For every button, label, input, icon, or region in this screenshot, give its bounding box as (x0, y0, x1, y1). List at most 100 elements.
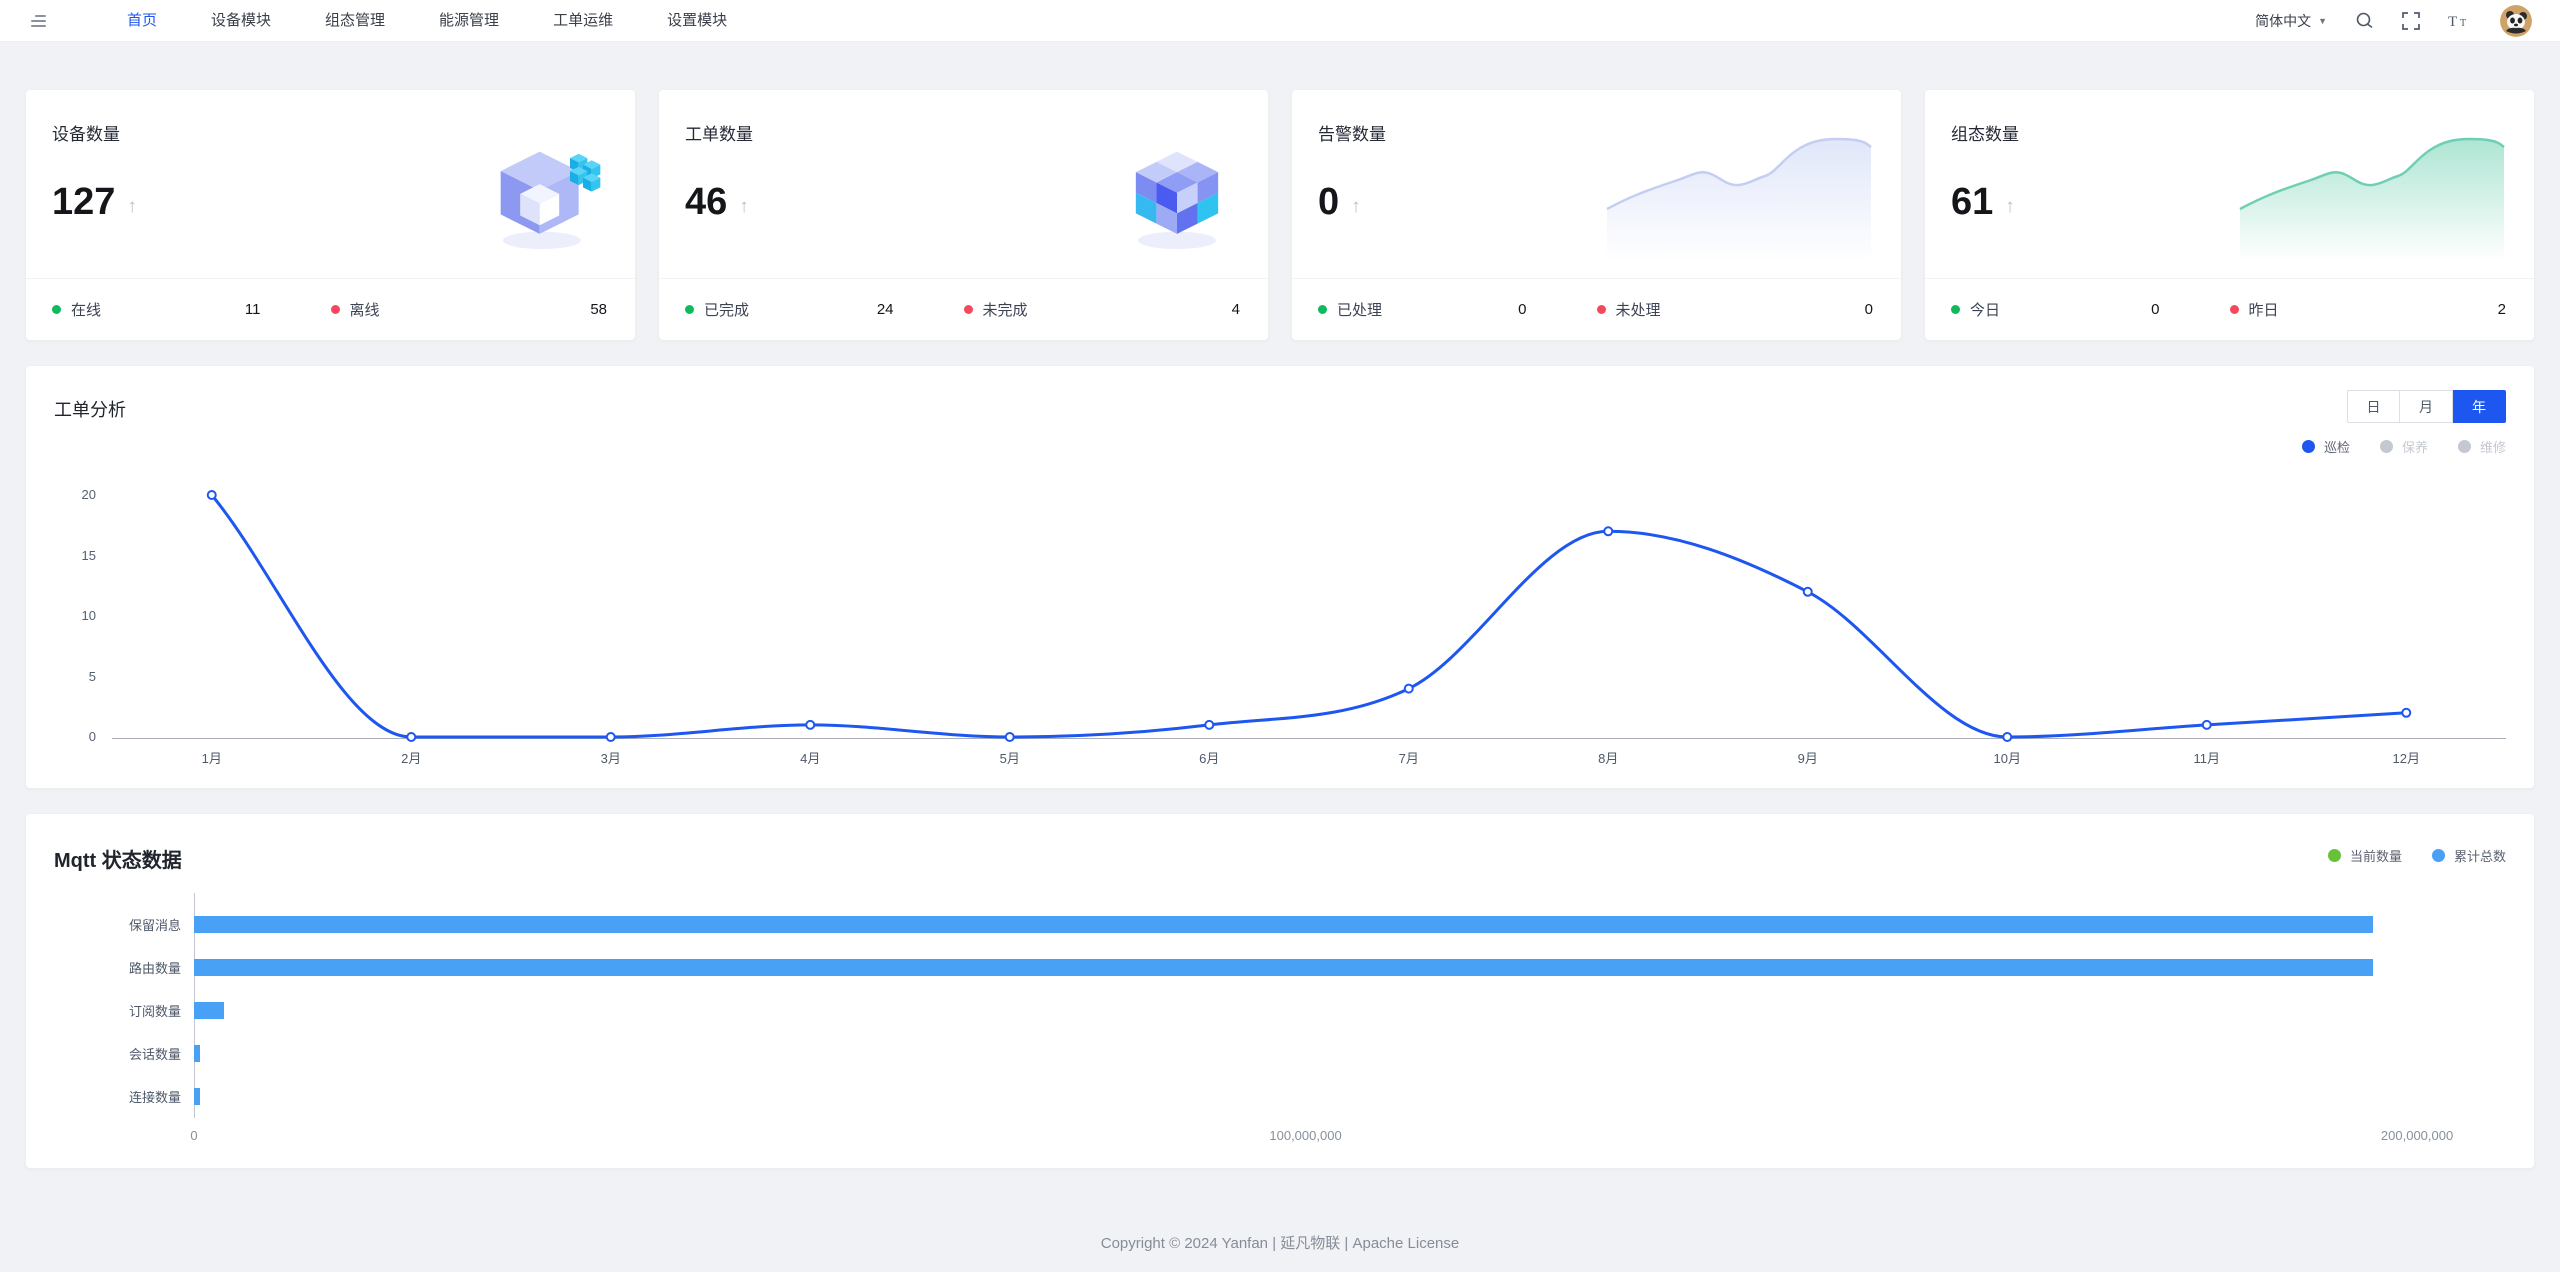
x-tick-label: 2月 (312, 739, 512, 764)
bar-total-series (194, 1002, 224, 1019)
red-dot-icon (2230, 305, 2239, 314)
legend-dot-icon (2380, 440, 2393, 453)
line-series-xunjian (212, 495, 2407, 737)
x-tick-label: 6月 (1110, 739, 1310, 764)
range-toggle-0[interactable]: 日 (2347, 390, 2400, 423)
bar-total-series (194, 1088, 200, 1105)
top-nav: 首页设备模块组态管理能源管理工单运维设置模块 简体中文 ▼ T T (0, 0, 2560, 42)
green-dot-icon (1318, 305, 1327, 314)
bar-category-label: 会话数量 (54, 1044, 194, 1063)
x-tick-label: 12月 (2307, 739, 2507, 764)
avatar[interactable] (2500, 5, 2532, 37)
workorder-count-card: 工单数量 46 ↑ (659, 90, 1268, 340)
nav-item-5[interactable]: 设置模块 (640, 0, 754, 42)
line-chart-legend: 巡检 保养 维修 (2302, 437, 2506, 456)
y-tick-label: 20 (82, 487, 96, 502)
bar-row-4: 连接数量 (54, 1075, 2506, 1118)
stat-yesterday: 昨日 2 (2230, 299, 2509, 320)
panel-title: Mqtt 状态数据 (54, 844, 182, 873)
legend-dot-icon (2328, 849, 2341, 862)
nav-item-1[interactable]: 设备模块 (184, 0, 298, 42)
alarm-count-card: 告警数量 0 ↑ (1292, 90, 1901, 340)
stat-unhandled: 未处理 0 (1597, 299, 1876, 320)
red-dot-icon (1597, 305, 1606, 314)
menu-fold-icon[interactable] (28, 11, 50, 31)
legend-item-2[interactable]: 维修 (2458, 437, 2506, 456)
nav-item-0[interactable]: 首页 (100, 0, 184, 42)
bar-category-label: 连接数量 (54, 1087, 194, 1106)
bar-chart-x-ticks: 0100,000,000200,000,000 (194, 1118, 2506, 1144)
workorder-line-chart: 0 5 10 15 20 1月2月3月4月5月6月7月8月9月10月11月12月 (54, 480, 2506, 764)
legend-item-0[interactable]: 巡检 (2302, 437, 2350, 456)
trend-up-icon: ↑ (1351, 196, 1361, 224)
legend-dot-icon (2302, 440, 2315, 453)
bar-row-3: 会话数量 (54, 1032, 2506, 1075)
card-title: 设备数量 (52, 120, 137, 145)
line-plot-area: 1月2月3月4月5月6月7月8月9月10月11月12月 (112, 480, 2506, 764)
language-select[interactable]: 简体中文 ▼ (2255, 11, 2327, 31)
nav-item-3[interactable]: 能源管理 (412, 0, 526, 42)
bar-total-series (194, 959, 2373, 976)
nav-item-2[interactable]: 组态管理 (298, 0, 412, 42)
trend-up-icon: ↑ (739, 196, 749, 224)
mqtt-status-panel: Mqtt 状态数据 当前数量 累计总数 保留消息路由数量订阅数量会话数量连接数量 … (26, 814, 2534, 1168)
nav-item-4[interactable]: 工单运维 (526, 0, 640, 42)
x-tick-label: 8月 (1509, 739, 1709, 764)
bar-chart-legend: 当前数量 累计总数 (2328, 846, 2506, 865)
y-tick-label: 0 (89, 729, 96, 744)
data-point-marker (1804, 588, 1812, 596)
bar-row-0: 保留消息 (54, 903, 2506, 946)
x-tick-label: 7月 (1309, 739, 1509, 764)
data-point-marker (1205, 721, 1213, 729)
mqtt-legend-item-0[interactable]: 当前数量 (2328, 846, 2402, 865)
legend-dot-icon (2432, 849, 2445, 862)
stat-today: 今日 0 (1951, 299, 2230, 320)
bar-category-label: 路由数量 (54, 958, 194, 977)
trend-up-icon: ↑ (2005, 196, 2015, 224)
search-icon[interactable] (2355, 11, 2374, 30)
stat-online: 在线 11 (52, 299, 331, 320)
stat-uncompleted: 未完成 4 (964, 299, 1243, 320)
x-tick-label: 3月 (511, 739, 711, 764)
data-point-marker (1604, 527, 1612, 535)
card-title: 组态数量 (1951, 120, 2019, 145)
device-count-card: 设备数量 127 ↑ (26, 90, 635, 340)
range-toggle-2[interactable]: 年 (2453, 390, 2506, 423)
workorder-analysis-panel: 工单分析 日月年 巡检保养维修 05101520 1月2月3月4月5月6月7月8… (26, 366, 2534, 788)
mqtt-bar-chart: 保留消息路由数量订阅数量会话数量连接数量 0100,000,000200,000… (54, 903, 2506, 1144)
bar-category-label: 订阅数量 (54, 1001, 194, 1020)
mqtt-legend-item-1[interactable]: 累计总数 (2432, 846, 2506, 865)
card-value: 127 (52, 181, 115, 224)
stat-offline: 离线 58 (331, 299, 610, 320)
scada-sparkline-chart (2218, 114, 2508, 278)
legend-item-1[interactable]: 保养 (2380, 437, 2428, 456)
stat-cards-row: 设备数量 127 ↑ (26, 90, 2534, 340)
bar-total-series (194, 1045, 200, 1062)
bar-x-tick-label: 100,000,000 (1269, 1128, 1341, 1143)
green-dot-icon (1951, 305, 1960, 314)
bar-row-2: 订阅数量 (54, 989, 2506, 1032)
y-tick-label: 5 (89, 669, 96, 684)
bar-category-label: 保留消息 (54, 915, 194, 934)
y-tick-label: 15 (82, 548, 96, 563)
dashboard-main: 设备数量 127 ↑ (0, 42, 2560, 1253)
fullscreen-icon[interactable] (2402, 12, 2420, 30)
stat-handled: 已处理 0 (1318, 299, 1597, 320)
trend-up-icon: ↑ (127, 196, 137, 224)
range-toggle-group: 日月年 (2302, 390, 2506, 423)
card-title: 工单数量 (685, 120, 753, 145)
font-size-icon[interactable]: T T (2448, 12, 2472, 30)
card-value: 61 (1951, 181, 1993, 224)
range-toggle-1[interactable]: 月 (2400, 390, 2453, 423)
device-cube-illustration (319, 114, 609, 278)
x-tick-label: 4月 (711, 739, 911, 764)
alarm-sparkline-chart (1585, 114, 1875, 278)
x-tick-label: 5月 (910, 739, 1110, 764)
bar-total-series (194, 916, 2373, 933)
y-tick-label: 10 (82, 608, 96, 623)
nav-menu: 首页设备模块组态管理能源管理工单运维设置模块 (100, 0, 754, 42)
red-dot-icon (964, 305, 973, 314)
card-value: 46 (685, 181, 727, 224)
y-axis-labels: 05101520 (54, 480, 112, 738)
workorder-cube-illustration (952, 114, 1242, 278)
